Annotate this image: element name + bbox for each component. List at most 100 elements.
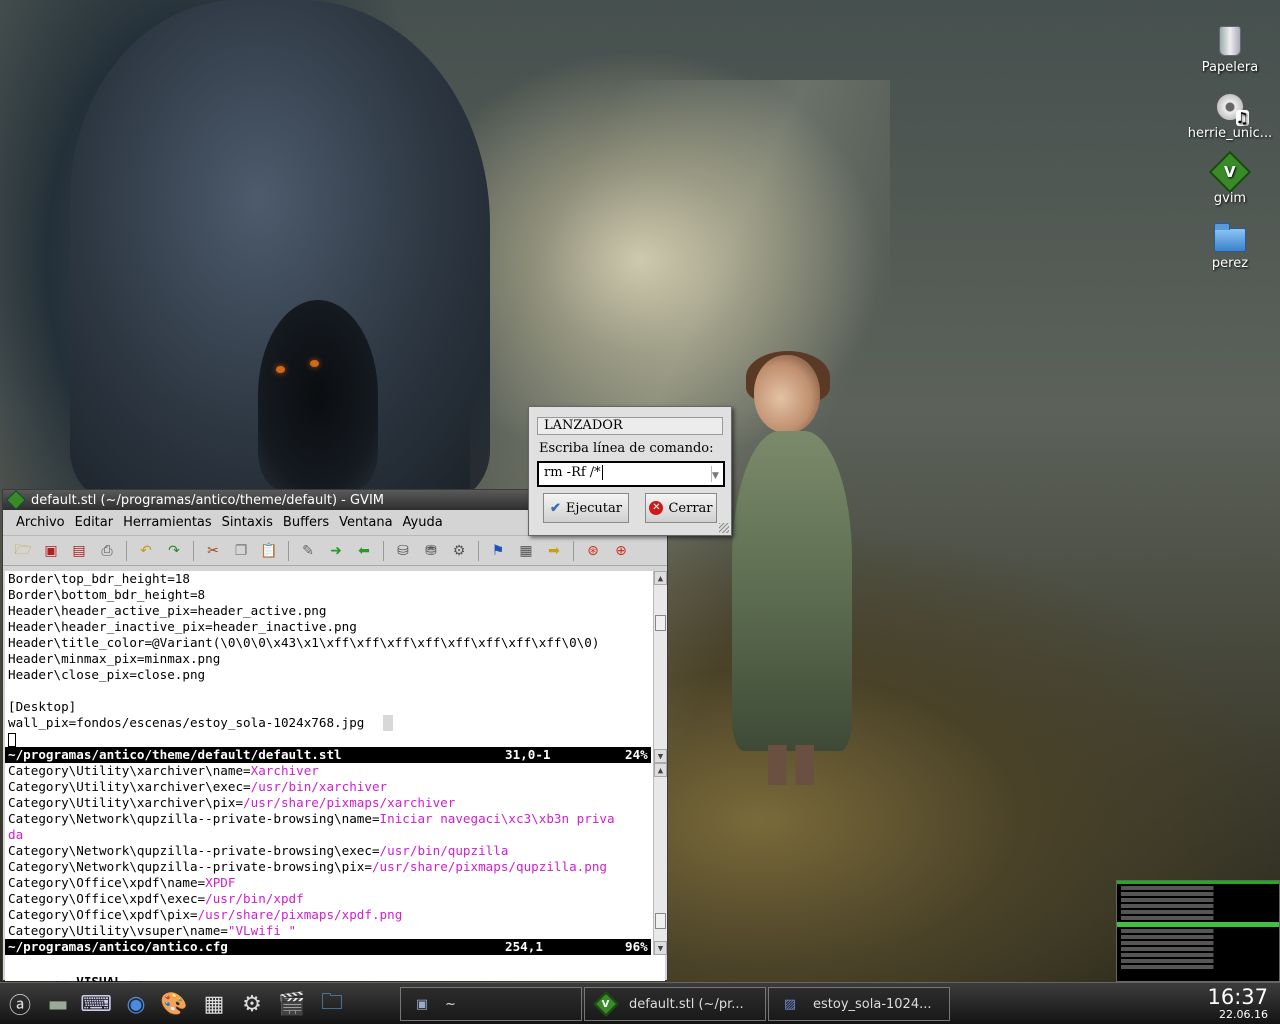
gvim-task-icon: V: [593, 991, 619, 1017]
terminal-launcher-icon[interactable]: ▬: [40, 986, 76, 1022]
open-icon[interactable]: 🗁: [11, 540, 35, 562]
desktop-icon-trash[interactable]: Papelera: [1184, 24, 1276, 75]
scroll-down-arrow-icon[interactable]: ▼: [654, 941, 667, 955]
close-icon: ✕: [649, 501, 664, 515]
config-line: Category\Network\qupzilla--private-brows…: [8, 843, 509, 858]
menu-buffers[interactable]: Buffers: [278, 515, 334, 530]
config-line: Category\Utility\xarchiver\name=Xarchive…: [8, 763, 319, 778]
text-cursor: [601, 465, 603, 480]
desktop-icon-folder[interactable]: perez: [1184, 220, 1276, 271]
command-input[interactable]: rm -Rf /* ▼: [537, 461, 725, 487]
menu-editar[interactable]: Editar: [70, 515, 119, 530]
code-line: Header\close_pix=close.png: [8, 667, 206, 682]
desktop-icon-gvim[interactable]: V gvim: [1184, 150, 1276, 206]
print-icon[interactable]: ⎙: [95, 540, 119, 562]
find-help-icon[interactable]: ⊕: [609, 540, 633, 562]
text-editor-launcher-icon[interactable]: ⌨: [78, 986, 114, 1022]
checkmark-icon: ✔: [550, 500, 561, 516]
gvim-icon: V: [1208, 150, 1252, 194]
taskbar-task-terminal[interactable]: ▣ ~: [400, 987, 582, 1021]
status-percent: 24%: [625, 747, 648, 762]
start-menu-icon[interactable]: ⓐ: [2, 986, 38, 1022]
save-all-icon[interactable]: ▤: [67, 540, 91, 562]
settings-launcher-icon[interactable]: ⚙: [234, 986, 270, 1022]
status-percent: 96%: [625, 939, 648, 954]
calculator-launcher-icon[interactable]: ▦: [196, 986, 232, 1022]
image-viewer-task-icon: ▨: [783, 996, 797, 1012]
scrollbar-thumb[interactable]: [655, 615, 666, 631]
config-line: Category\Office\xpdf\name=XPDF: [8, 875, 236, 890]
resize-grip-icon[interactable]: [719, 523, 729, 533]
cut-icon[interactable]: ✂: [201, 540, 225, 562]
gvim-editor[interactable]: Border\top_bdr_height=18 Border\bottom_b…: [5, 571, 667, 1007]
status-filename: ~/programas/antico/theme/default/default…: [8, 747, 342, 762]
desktop-icon-audio-cd[interactable]: herrie_unic...: [1184, 90, 1276, 141]
taskbar-task-image-viewer[interactable]: ▨ estoy_sola-1024...: [768, 987, 950, 1021]
redo-icon[interactable]: ↷: [162, 540, 186, 562]
desktop-icon-label: gvim: [1213, 191, 1247, 206]
wallpaper-tree-hollow: [258, 300, 378, 490]
config-line: da: [8, 827, 24, 842]
shell-icon[interactable]: ▦: [514, 540, 538, 562]
toolbar-separator: [193, 540, 194, 561]
save-icon[interactable]: ▣: [39, 540, 63, 562]
run-button-label: Ejecutar: [565, 500, 622, 516]
load-session-icon[interactable]: ⛁: [391, 540, 415, 562]
history-dropdown-icon[interactable]: ▼: [711, 466, 721, 482]
clock[interactable]: 16:37 22.06.16: [1207, 986, 1268, 1021]
desktop-icon-label: perez: [1211, 256, 1249, 271]
copy-icon[interactable]: ❐: [229, 540, 253, 562]
config-line: Category\Utility\vsuper\name="VLwifi ": [8, 923, 297, 938]
terminal-thumbnail[interactable]: [1116, 880, 1280, 982]
gvim-title: default.stl (~/programas/antico/theme/de…: [31, 492, 384, 508]
scroll-up-arrow-icon[interactable]: ▲: [654, 763, 667, 777]
wallpaper-eye-left: [276, 366, 285, 373]
jump-tag-icon[interactable]: ➡: [542, 540, 566, 562]
paint-launcher-icon[interactable]: 🎨: [156, 986, 192, 1022]
find-previous-icon[interactable]: ⬅: [352, 540, 376, 562]
taskbar-task-gvim[interactable]: V default.stl (~/pr...: [584, 987, 766, 1021]
run-script-icon[interactable]: ⚙: [447, 540, 471, 562]
file-manager-launcher-icon[interactable]: 🗀: [314, 986, 350, 1022]
paste-icon[interactable]: 📋: [257, 540, 281, 562]
code-line: Header\title_color=@Variant(\0\0\0\x43\x…: [8, 635, 600, 650]
make-icon[interactable]: ⚑: [486, 540, 510, 562]
menu-ayuda[interactable]: Ayuda: [398, 515, 448, 530]
save-session-icon[interactable]: ⛃: [419, 540, 443, 562]
top-pane-scrollbar[interactable]: ▲ ▼: [653, 571, 667, 763]
bottom-pane-scrollbar[interactable]: ▲ ▼: [653, 763, 667, 955]
scroll-up-arrow-icon[interactable]: ▲: [654, 571, 667, 585]
web-browser-launcher-icon[interactable]: ◉: [118, 986, 154, 1022]
config-line: Category\Office\xpdf\pix=/usr/share/pixm…: [8, 907, 403, 922]
vim-command-line[interactable]: -- VISUAL -- 2: [5, 955, 651, 1007]
run-button[interactable]: ✔ Ejecutar: [543, 493, 629, 523]
text-cursor: [8, 732, 16, 747]
status-position: 31,0-1: [505, 747, 551, 762]
config-line: Category\Utility\xarchiver\exec=/usr/bin…: [8, 779, 388, 794]
menu-herramientas[interactable]: Herramientas: [118, 515, 217, 530]
top-pane-statusline[interactable]: ~/programas/antico/theme/default/default…: [5, 747, 651, 763]
undo-icon[interactable]: ↶: [134, 540, 158, 562]
find-next-icon[interactable]: ➜: [324, 540, 348, 562]
menu-sintaxis[interactable]: Sintaxis: [217, 515, 278, 530]
code-line: Header\header_active_pix=header_active.p…: [8, 603, 327, 618]
task-label: default.stl (~/pr...: [629, 996, 744, 1012]
menu-ventana[interactable]: Ventana: [334, 515, 397, 530]
task-label: ~: [445, 996, 456, 1012]
media-player-launcher-icon[interactable]: 🎬: [274, 986, 310, 1022]
gvim-window: default.stl (~/programas/antico/theme/de…: [2, 489, 668, 1007]
code-line: Border\bottom_bdr_height=8: [8, 587, 206, 602]
editor-top-pane[interactable]: Border\top_bdr_height=18 Border\bottom_b…: [5, 571, 651, 763]
bottom-pane-statusline[interactable]: ~/programas/antico/antico.cfg 254,1 96%: [5, 939, 651, 955]
help-icon[interactable]: ⊛: [581, 540, 605, 562]
close-button[interactable]: ✕ Cerrar: [645, 493, 717, 523]
scroll-down-arrow-icon[interactable]: ▼: [654, 749, 667, 763]
status-position: 254,1: [505, 939, 543, 954]
scrollbar-thumb[interactable]: [655, 913, 666, 929]
menu-archivo[interactable]: Archivo: [11, 515, 70, 530]
find-replace-icon[interactable]: ✎: [296, 540, 320, 562]
editor-bottom-pane[interactable]: Category\Utility\xarchiver\name=Xarchive…: [5, 763, 651, 939]
toolbar-separator: [288, 540, 289, 561]
trash-icon: [1214, 24, 1246, 58]
launcher-dialog: LANZADOR Escriba línea de comando: rm -R…: [528, 406, 732, 536]
